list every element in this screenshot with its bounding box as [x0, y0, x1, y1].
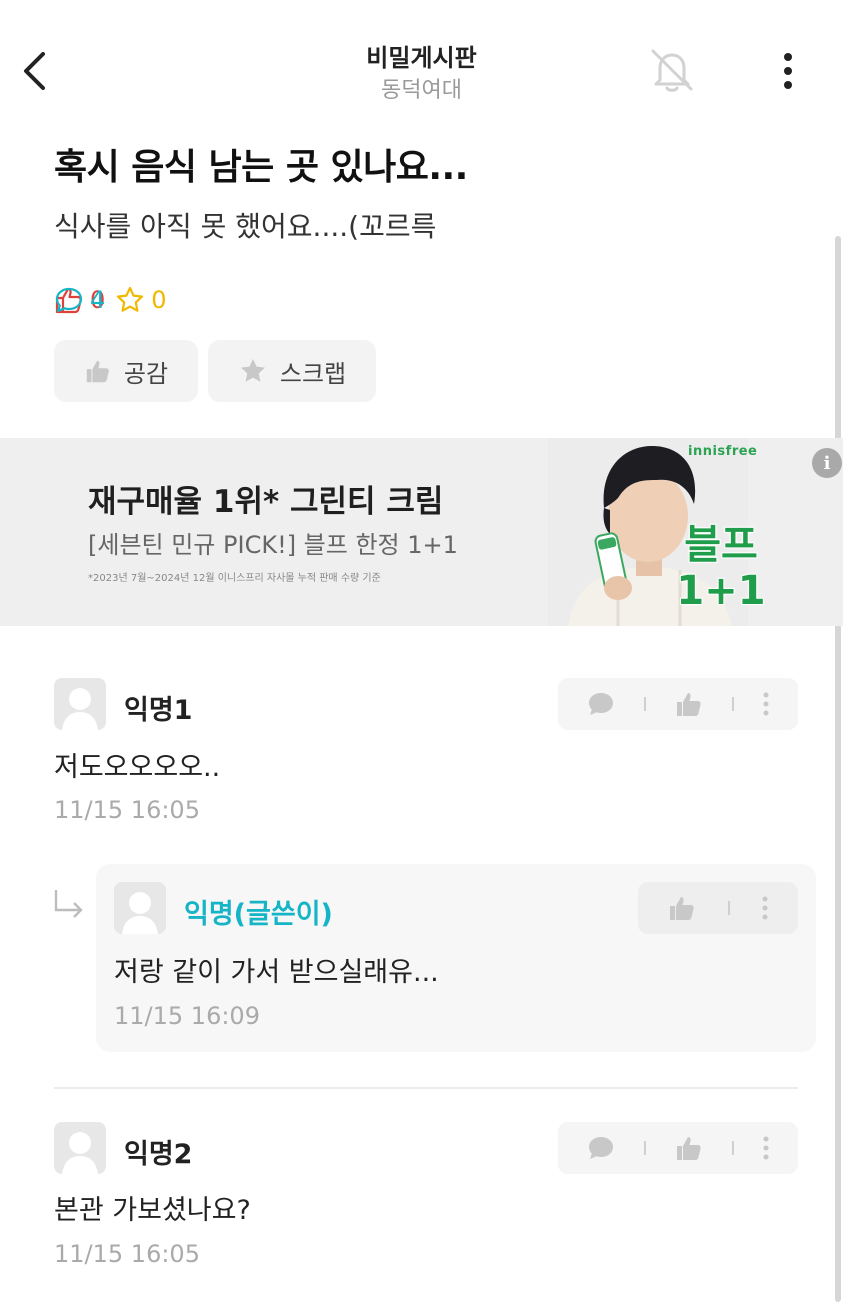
divider [732, 1141, 734, 1155]
comment-more-button[interactable] [761, 895, 769, 921]
ad-headline: 재구매율 1위* 그린티 크림 [88, 484, 444, 520]
speech-bubble-icon [589, 693, 613, 715]
comment-like-button[interactable] [674, 1133, 704, 1163]
comment-time: 11/15 16:09 [114, 1002, 260, 1030]
default-avatar-icon [62, 1132, 98, 1174]
school-name: 동덕여대 [381, 78, 462, 103]
top-bar: 비밀게시판 동덕여대 [0, 0, 843, 120]
more-vertical-icon [763, 692, 769, 716]
comment-more-button[interactable] [762, 1135, 770, 1161]
empathy-button-label: 공감 [123, 359, 169, 388]
comment-author-op: 익명(글쓴이) [184, 899, 333, 930]
comment-count-value: 4 [90, 286, 106, 314]
comment-author: 익명2 [124, 1139, 193, 1170]
comment-count: 4 [54, 285, 843, 315]
star-icon [240, 359, 265, 382]
divider [644, 1141, 646, 1155]
reply-arrow-icon [54, 890, 83, 918]
comment-time: 11/15 16:05 [54, 796, 200, 824]
comment-time: 11/15 16:05 [54, 1240, 200, 1268]
more-vertical-icon [784, 53, 792, 89]
avatar [114, 882, 166, 934]
ad-banner[interactable]: 재구매율 1위* 그린티 크림 [세븐틴 민규 PICK!] 블프 한정 1+1… [0, 438, 843, 626]
thumbs-up-icon [677, 693, 701, 716]
scrap-button[interactable]: 스크랩 [208, 340, 376, 402]
comment-divider [54, 1087, 798, 1089]
board-title: 비밀게시판 [366, 44, 477, 72]
avatar [54, 678, 106, 730]
empathy-button[interactable]: 공감 [54, 340, 198, 402]
ad-brand-logo: innisfree [688, 444, 758, 459]
scrap-button-label: 스크랩 [279, 359, 347, 388]
comment-text: 본관 가보셨나요? [54, 1195, 251, 1226]
comment-like-button[interactable] [667, 893, 697, 923]
thumbs-up-icon [677, 1137, 701, 1160]
comment-text: 저랑 같이 가서 받으실래유... [114, 957, 439, 988]
ad-badge-line2: 1+1 [675, 567, 766, 615]
divider [732, 697, 734, 711]
divider [644, 697, 646, 711]
comment-actions [558, 1122, 798, 1174]
scrollbar[interactable] [835, 236, 841, 1302]
ad-subline: [세븐틴 민규 PICK!] 블프 한정 1+1 [88, 531, 458, 559]
ad-badge-line1: 블프 [683, 521, 759, 569]
thumbs-up-icon [670, 897, 694, 920]
comment-actions [558, 678, 798, 730]
reply-button[interactable] [586, 689, 616, 719]
comment-like-button[interactable] [674, 689, 704, 719]
reply-button[interactable] [586, 1133, 616, 1163]
divider [727, 901, 730, 915]
comment-actions [638, 882, 798, 934]
post-body: 식사를 아직 못 했어요....(꼬르륵 [54, 210, 437, 243]
notification-toggle-button[interactable] [644, 42, 700, 98]
post-title: 혹시 음식 남는 곳 있나요... [54, 147, 468, 188]
thumbs-up-icon [86, 360, 109, 383]
comment-author: 익명1 [124, 695, 193, 726]
post-stats: 0 4 0 [54, 285, 177, 315]
comment-more-button[interactable] [762, 691, 770, 717]
avatar [54, 1122, 106, 1174]
ad-fine-print: *2023년 7월~2024년 12월 이니스프리 자사몰 누적 판매 수량 기… [88, 573, 381, 584]
more-options-button[interactable] [768, 46, 808, 96]
default-avatar-icon [62, 688, 98, 730]
more-vertical-icon [762, 896, 768, 920]
ad-promo-badge: 블프 1+1 [675, 521, 766, 615]
speech-bubble-icon [589, 1137, 613, 1159]
more-vertical-icon [763, 1136, 769, 1160]
ad-info-button[interactable]: i [812, 448, 842, 478]
default-avatar-icon [122, 892, 158, 934]
speech-bubble-icon [55, 287, 83, 313]
comment-text: 저도오오오오.. [54, 752, 221, 783]
bell-off-icon [651, 49, 693, 92]
